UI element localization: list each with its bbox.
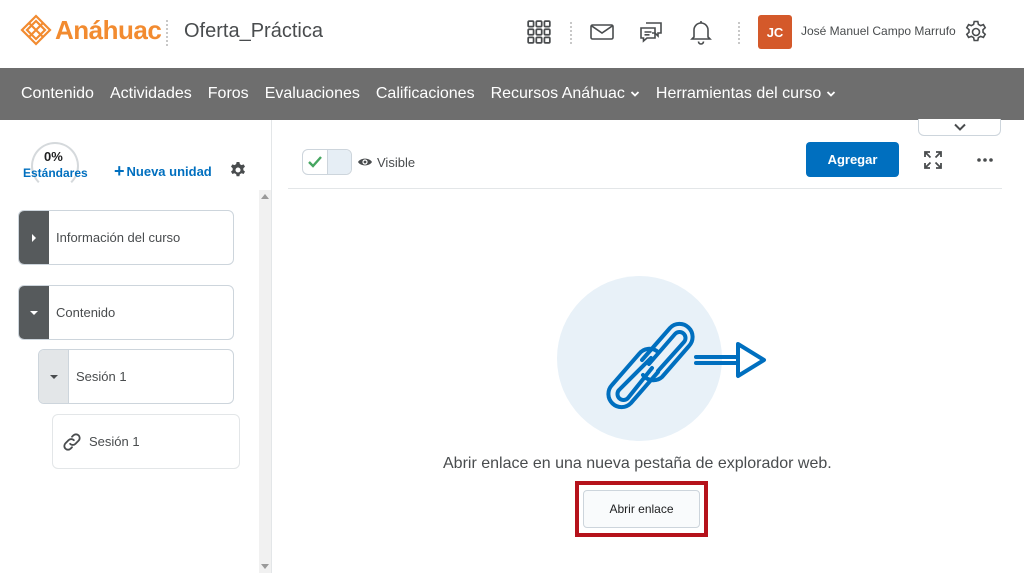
tree-item-content[interactable]: Contenido [18, 285, 234, 340]
caret-down-icon [49, 374, 58, 379]
caret-right-icon [32, 233, 36, 242]
nav-label: Contenido [21, 85, 94, 102]
nav-foros[interactable]: Foros [208, 85, 249, 103]
tree-item-session-module[interactable]: Sesión 1 [38, 349, 234, 404]
nav-label: Recursos Anáhuac [490, 85, 625, 102]
tree-item-label: Información del curso [56, 230, 181, 245]
nav-label: Herramientas del curso [655, 85, 822, 102]
nav-calificaciones[interactable]: Calificaciones [376, 85, 475, 103]
nav-label: Calificaciones [375, 85, 475, 102]
nav-contenido[interactable]: Contenido [21, 85, 94, 103]
visibility-toggle[interactable] [302, 149, 352, 175]
header-separator [570, 22, 572, 44]
link-icon [63, 432, 81, 451]
nav-actividades[interactable]: Actividades [110, 85, 192, 103]
header-separator [166, 20, 168, 46]
add-button[interactable]: Agregar [806, 142, 899, 177]
tree-item-label: Sesión 1 [76, 369, 127, 384]
tree-item-course-info[interactable]: Información del curso [18, 210, 234, 265]
anahuac-emblem-icon [20, 14, 52, 46]
settings-gear-icon[interactable] [229, 161, 247, 179]
user-name[interactable]: José Manuel Campo Marrufo [801, 24, 956, 38]
visibility-off-segment[interactable] [326, 150, 351, 174]
more-options-icon[interactable] [976, 152, 994, 168]
open-link-message: Abrir enlace en una nueva pestaña de exp… [443, 455, 832, 472]
course-selector-grid-icon[interactable] [524, 17, 554, 47]
collapse-header-button[interactable] [918, 119, 1001, 136]
chevron-down-icon [630, 91, 640, 97]
logo-text: Anáhuac [55, 14, 162, 45]
gear-icon[interactable] [961, 17, 991, 47]
expand-toggle[interactable] [19, 211, 49, 264]
nav-recursos-anahuac[interactable]: Recursos Anáhuac [491, 85, 640, 103]
plus-icon: + [114, 161, 125, 181]
standards-link[interactable]: Estándares [23, 166, 88, 180]
nav-evaluaciones[interactable]: Evaluaciones [265, 85, 360, 103]
chevron-down-icon [953, 123, 966, 131]
tree-item-label: Contenido [56, 305, 116, 320]
header-separator [738, 22, 740, 44]
nav-label: Foros [207, 85, 249, 102]
new-unit-label: Nueva unidad [126, 163, 212, 179]
tree-item-session-link[interactable]: Sesión 1 [52, 414, 240, 469]
visibility-status: Visible [357, 154, 415, 170]
new-unit-button[interactable]: + Nueva unidad [114, 162, 212, 180]
chat-icon[interactable] [636, 17, 666, 47]
visibility-label: Visible [377, 154, 416, 170]
fullscreen-expand-icon[interactable] [924, 151, 942, 169]
collapse-toggle[interactable] [39, 350, 69, 403]
course-navbar: Contenido Actividades Foros Evaluaciones… [0, 68, 1024, 120]
standards-progress-value: 0% [44, 149, 63, 164]
external-link-illustration-icon [606, 321, 766, 410]
tree-item-label: Sesión 1 [89, 434, 140, 449]
nav-label: Evaluaciones [264, 85, 360, 102]
checkmark-icon [308, 156, 322, 168]
chevron-down-icon [827, 91, 836, 97]
scroll-up-arrow-icon[interactable] [261, 194, 269, 199]
collapse-toggle[interactable] [19, 286, 49, 339]
visibility-on-segment[interactable] [303, 150, 327, 174]
eye-icon [358, 158, 372, 166]
nav-herramientas-del-curso[interactable]: Herramientas del curso [656, 85, 836, 103]
user-avatar[interactable]: JC [758, 15, 792, 49]
scroll-down-arrow-icon[interactable] [261, 564, 269, 569]
caret-down-icon [30, 310, 38, 315]
open-link-button[interactable]: Abrir enlace [583, 490, 700, 528]
left-panel-scrollbar[interactable] [259, 190, 271, 573]
mail-icon[interactable] [587, 17, 617, 47]
toolbar-divider [288, 188, 1002, 189]
top-header: Anáhuac Oferta_Práctica JC José Manuel C… [0, 0, 1024, 68]
anahuac-logo[interactable]: Anáhuac [20, 14, 162, 46]
bell-icon[interactable] [686, 17, 716, 47]
nav-label: Actividades [109, 85, 192, 102]
table-of-contents-panel: 0% Estándares + Nueva unidad Información… [0, 120, 272, 573]
course-title[interactable]: Oferta_Práctica [184, 20, 323, 43]
